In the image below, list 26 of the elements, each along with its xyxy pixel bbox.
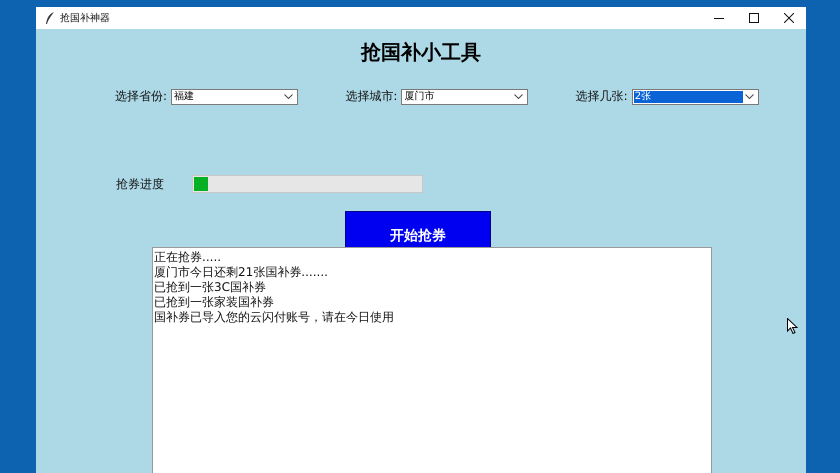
maximize-icon — [748, 13, 758, 23]
selector-label: 选择城市: — [345, 88, 398, 105]
selector-label: 选择省份: — [115, 88, 168, 105]
log-text-area[interactable]: 正在抢券..... 厦门市今日还剩21张国补券....... 已抢到一张3C国补券 已抢到一张家装国补券 国补券已导入您的云闪付账号，请在今日使用 — [152, 247, 712, 473]
dropdown-field[interactable]: 厦门市 — [401, 88, 528, 104]
cursor-icon — [787, 318, 798, 334]
caret-icon — [744, 94, 754, 99]
log-line: 正在抢券..... — [154, 250, 222, 265]
selector-label: 选择几张: — [576, 88, 628, 105]
feather-icon — [45, 12, 55, 24]
dropdown-value: 2张 — [634, 90, 743, 102]
progress-label: 抢券进度 — [116, 176, 165, 192]
log-line: 国补券已导入您的云闪付账号，请在今日使用 — [154, 310, 395, 325]
app-heading: 抢国补小工具 — [361, 39, 481, 66]
close-icon — [784, 13, 794, 23]
dropdown-field[interactable]: 福建 — [171, 88, 298, 104]
caret-icon — [514, 94, 524, 99]
dropdown-value: 厦门市 — [403, 90, 436, 102]
log-line: 已抢到一张家装国补券 — [154, 295, 275, 310]
window-title: 抢国补神器 — [60, 12, 110, 25]
caret-icon — [284, 94, 294, 99]
dropdown-value: 福建 — [173, 90, 196, 102]
log-line: 厦门市今日还剩21张国补券....... — [154, 265, 329, 280]
log-line: 已抢到一张3C国补券 — [154, 280, 268, 295]
dropdown-field[interactable]: 2张 — [632, 88, 759, 104]
start-button[interactable]: 开始抢券 — [345, 211, 491, 247]
